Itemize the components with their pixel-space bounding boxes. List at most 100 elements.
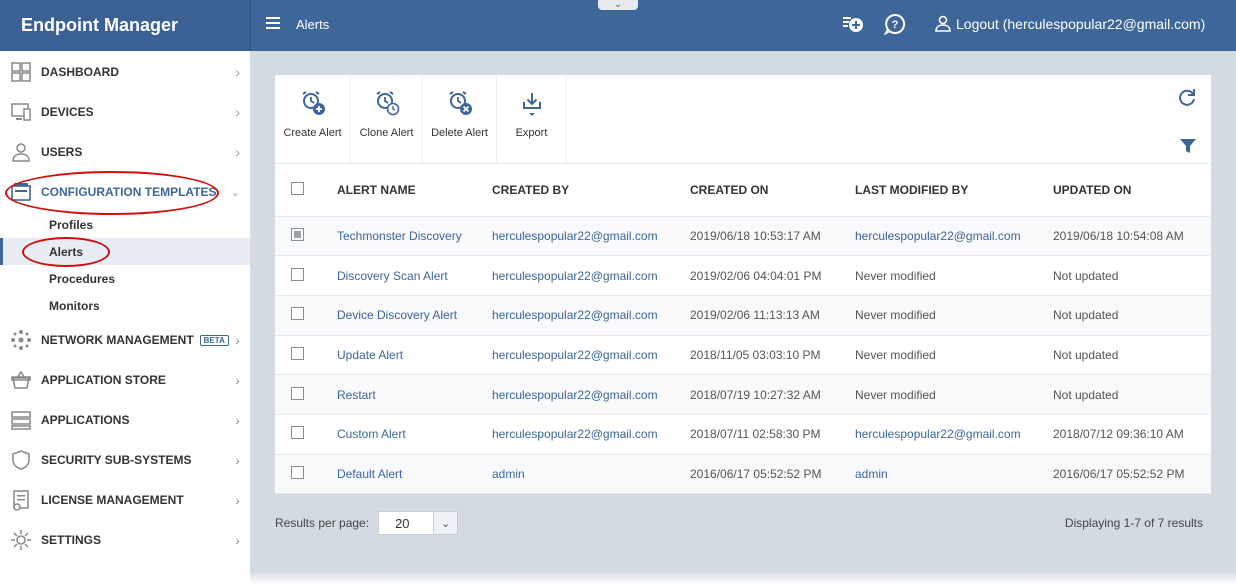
sidebar-item-configuration-templates[interactable]: CONFIGURATION TEMPLATES ⌄ [0,172,250,212]
alert-name-link[interactable]: Device Discovery Alert [337,308,457,322]
sidebar-item-dashboard[interactable]: DASHBOARD › [0,52,250,92]
per-page-select[interactable]: 20 ⌄ [378,511,459,535]
row-checkbox[interactable] [291,346,304,360]
created-by-link[interactable]: herculespopular22@gmail.com [492,427,658,441]
created-on-cell-wrap: 2018/07/19 10:27:32 AM [690,374,855,415]
created-by-link[interactable]: herculespopular22@gmail.com [492,388,658,402]
sidebar-subitem-profiles[interactable]: Profiles [0,211,250,238]
column-header-created-by[interactable]: CREATED BY [492,164,690,217]
add-icon[interactable] [842,13,864,35]
select-all-checkbox[interactable] [291,181,304,195]
create-alert-button[interactable]: Create Alert [275,75,351,163]
created-by-link[interactable]: herculespopular22@gmail.com [492,348,658,362]
table-row[interactable]: Default Alert admin 2016/06/17 05:52:52 PM… [275,454,1211,495]
sidebar-item-users[interactable]: USERS › [0,132,250,172]
modified-by-link[interactable]: admin [855,467,888,481]
app-brand[interactable]: Endpoint Manager [0,0,251,51]
logout-label: Logout (herculespopular22@gmail.com) [956,16,1206,32]
shield-icon [12,450,30,470]
collapse-header-icon[interactable]: ⌄ [598,0,638,10]
alert-name-link-wrap: Restart [337,374,492,415]
row-select-cell [275,255,337,296]
row-select-cell [275,414,337,455]
modified-by-link[interactable]: herculespopular22@gmail.com [855,229,1021,243]
updated-on-cell-wrap: Not updated [1053,335,1211,376]
created-by-link[interactable]: admin [492,467,525,481]
results-per-page-label: Results per page: [275,516,370,530]
toolbar: Create Alert Clone Alert Delete Alert Ex… [275,75,1211,164]
alert-name-link[interactable]: Techmonster Discovery [337,229,462,243]
sidebar-subitem-procedures[interactable]: Procedures [0,265,250,292]
row-select-cell [275,335,337,376]
created-by-link[interactable]: herculespopular22@gmail.com [492,308,658,322]
created-on-cell: 2019/02/06 11:13:13 AM [690,308,820,323]
delete-alert-button[interactable]: Delete Alert [423,75,497,163]
top-bar: Endpoint Manager Alerts ⌄ ? Logout (herc… [0,0,1236,51]
sidebar-item-label: APPLICATION STORE [41,373,166,387]
filter-icon[interactable] [1179,137,1197,155]
column-header-created-on[interactable]: CREATED ON [690,164,855,217]
column-header-last-modified-by[interactable]: LAST MODIFIED BY [855,164,1053,217]
sidebar-item-network-management[interactable]: NETWORK MANAGEMENT BETA › [0,320,250,360]
chevron-right-icon: › [235,104,240,120]
sidebar-item-label: USERS [41,145,83,159]
table-row[interactable]: Restart herculespopular22@gmail.com 2018/0… [275,374,1211,415]
table-row[interactable]: Update Alert herculespopular22@gmail.com 2… [275,335,1211,376]
created-on-cell: 2018/07/11 02:58:30 PM [690,427,821,442]
row-checkbox[interactable] [291,426,304,440]
clone-alert-button[interactable]: Clone Alert [351,75,423,163]
updated-on-cell: 2018/07/12 09:36:10 AM [1053,427,1184,442]
sidebar-item-settings[interactable]: SETTINGS › [0,520,250,560]
sidebar-item-applications[interactable]: APPLICATIONS › [0,400,250,440]
row-checkbox[interactable] [291,307,304,321]
row-checkbox[interactable] [291,227,304,241]
refresh-icon[interactable] [1177,87,1197,107]
menu-icon[interactable] [266,17,280,31]
created-by-link[interactable]: herculespopular22@gmail.com [492,269,658,283]
updated-on-cell-wrap: 2019/06/18 10:54:08 AM [1053,216,1211,257]
table-row[interactable]: Discovery Scan Alert herculespopular22@gm… [275,255,1211,296]
modified-by-cell: Never modified [855,387,936,402]
updated-on-cell: Not updated [1053,347,1119,362]
table-row[interactable]: Techmonster Discovery herculespopular22@g… [275,216,1211,257]
alert-name-link[interactable]: Default Alert [337,467,402,481]
select-all-cell [275,164,337,217]
help-icon[interactable]: ? [884,13,906,35]
table-row[interactable]: Custom Alert herculespopular22@gmail.com 2… [275,414,1211,455]
alert-name-link[interactable]: Update Alert [337,348,403,362]
license-icon [13,490,29,511]
torn-edge [0,571,1236,587]
sidebar-subitem-monitors[interactable]: Monitors [0,292,250,319]
alert-name-link[interactable]: Discovery Scan Alert [337,269,448,283]
modified-by-cell: Never modified [855,268,936,283]
alert-name-link-wrap: Default Alert [337,454,492,495]
chevron-right-icon: › [235,532,240,548]
column-header-updated-on[interactable]: UPDATED ON [1053,164,1211,217]
export-button[interactable]: Export [497,75,567,163]
modified-by-link[interactable]: herculespopular22@gmail.com [855,427,1021,441]
created-by-link-wrap: herculespopular22@gmail.com [492,414,690,455]
created-by-link[interactable]: herculespopular22@gmail.com [492,229,658,243]
updated-on-cell: Not updated [1053,308,1119,323]
sidebar-item-devices[interactable]: DEVICES › [0,92,250,132]
alert-name-link-wrap: Techmonster Discovery [337,216,492,257]
table-header-row: ALERT NAME CREATED BY CREATED ON LAST MO… [275,164,1211,217]
sidebar-item-application-store[interactable]: APPLICATION STORE › [0,360,250,400]
table-row[interactable]: Device Discovery Alert herculespopular22@… [275,295,1211,336]
row-checkbox[interactable] [291,465,304,479]
sidebar-item-license-management[interactable]: LICENSE MANAGEMENT › [0,480,250,520]
chevron-down-icon: ⌄ [230,186,240,199]
per-page-value: 20 [395,515,410,531]
results-per-page: Results per page: 20 ⌄ [275,511,459,535]
alert-name-link[interactable]: Restart [337,388,376,402]
sidebar-subitem-alerts[interactable]: Alerts [0,238,250,265]
logout-link[interactable]: Logout (herculespopular22@gmail.com) [934,15,1205,33]
sidebar-item-security-sub-systems[interactable]: SECURITY SUB-SYSTEMS › [0,440,250,480]
sidebar-item-label: SETTINGS [41,533,102,547]
row-checkbox[interactable] [291,386,304,400]
alert-name-link[interactable]: Custom Alert [337,427,406,441]
row-checkbox[interactable] [291,267,304,281]
configuration-templates-icon [11,183,31,201]
column-header-alert-name[interactable]: ALERT NAME [337,164,492,217]
created-by-link-wrap: herculespopular22@gmail.com [492,216,690,257]
